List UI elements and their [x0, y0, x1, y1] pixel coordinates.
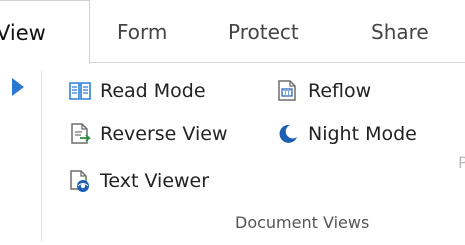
reflow-button[interactable]: TT Reflow	[276, 74, 371, 108]
night-mode-label: Night Mode	[308, 123, 417, 145]
moon-icon	[276, 122, 300, 146]
tab-form-label: Form	[117, 19, 168, 44]
ribbon-window: View Form Protect Share Read Mode Revers…	[0, 0, 465, 245]
edge-partial-label: P	[458, 153, 465, 172]
group-divider	[41, 71, 42, 241]
expand-arrow-icon[interactable]	[12, 78, 24, 96]
ribbon-tab-bar: View Form Protect Share	[0, 0, 465, 64]
ribbon-panel: Read Mode Reverse View Text Viewer TT Re…	[0, 63, 465, 245]
tab-protect[interactable]: Protect	[228, 0, 299, 63]
read-mode-label: Read Mode	[100, 80, 206, 102]
night-mode-button[interactable]: Night Mode	[276, 117, 417, 151]
svg-text:TT: TT	[282, 90, 291, 97]
text-viewer-label: Text Viewer	[100, 170, 210, 192]
text-viewer-icon	[68, 169, 92, 193]
tab-protect-label: Protect	[228, 19, 299, 44]
tab-view-label: View	[0, 20, 46, 45]
tab-form[interactable]: Form	[117, 0, 167, 63]
text-viewer-button[interactable]: Text Viewer	[68, 164, 209, 198]
tab-share-label: Share	[371, 19, 429, 44]
tab-share[interactable]: Share	[371, 0, 429, 63]
book-icon	[68, 79, 92, 103]
reverse-view-button[interactable]: Reverse View	[68, 117, 228, 151]
reflow-icon: TT	[276, 79, 300, 103]
group-label-document-views: Document Views	[235, 213, 370, 232]
reverse-view-label: Reverse View	[100, 123, 228, 145]
tab-view[interactable]: View	[0, 0, 90, 64]
read-mode-button[interactable]: Read Mode	[68, 74, 206, 108]
reverse-page-icon	[68, 122, 92, 146]
reflow-label: Reflow	[308, 80, 372, 102]
